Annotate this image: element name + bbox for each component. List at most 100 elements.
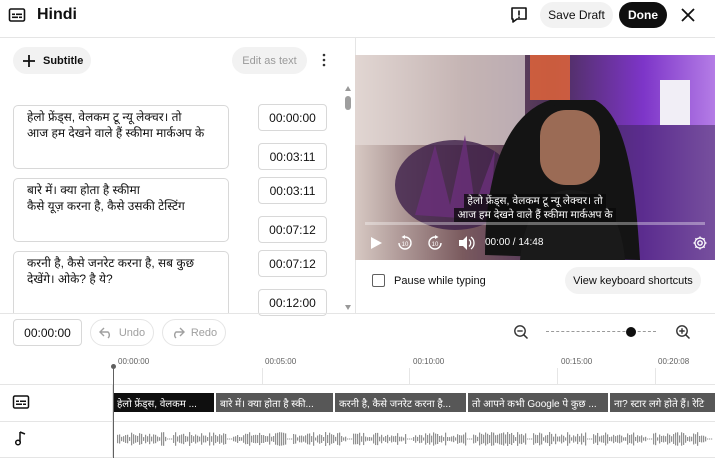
waveform-bar [265, 436, 267, 442]
waveform-bar [643, 437, 645, 441]
playhead[interactable] [113, 366, 114, 458]
waveform-bar [645, 436, 647, 442]
waveform-bar [413, 437, 415, 441]
timeline-segment[interactable]: तो आपने कभी Google पे कुछ ... [468, 393, 608, 412]
waveform-bar [483, 434, 485, 444]
track-divider [0, 384, 715, 385]
waveform-bar [211, 436, 213, 442]
video-player[interactable]: हेलो फ्रेंड्स, वेलकम टू न्यू लेक्चर। तो … [355, 55, 715, 260]
waveform-bar [627, 433, 629, 445]
volume-icon[interactable] [458, 235, 476, 251]
keyboard-shortcuts-button[interactable]: View keyboard shortcuts [565, 267, 701, 294]
waveform-bar [305, 435, 307, 443]
waveform-bar [309, 433, 311, 445]
ruler-label: 00:10:00 [413, 357, 445, 366]
zoom-in-icon[interactable] [675, 324, 691, 340]
cue-end-time[interactable]: 00:03:11 [258, 143, 327, 170]
waveform-bar [641, 435, 643, 443]
subtitle-cue-text[interactable]: हेलो फ्रेंड्स, वेलकम टू न्यू लेक्चर। तो … [13, 105, 229, 169]
waveform-bar [259, 432, 261, 446]
playhead-handle[interactable] [111, 364, 116, 369]
timeline-segment[interactable]: बारे में। क्या होता है स्की... [216, 393, 333, 412]
add-subtitle-button[interactable]: Subtitle [13, 47, 91, 74]
current-time-field[interactable]: 00:00:00 [13, 319, 82, 346]
waveform-bar [573, 435, 575, 443]
waveform-bar [365, 436, 367, 442]
cue-end-time[interactable]: 00:07:12 [258, 216, 327, 243]
waveform-bar [451, 436, 453, 442]
scrollbar-thumb[interactable] [345, 96, 351, 110]
cue-start-time[interactable]: 00:07:12 [258, 250, 327, 277]
waveform-bar [515, 437, 517, 441]
play-icon[interactable] [369, 236, 383, 250]
progress-track[interactable] [365, 222, 705, 225]
feedback-icon[interactable] [509, 5, 529, 25]
subtitles-icon [8, 6, 26, 24]
more-options-icon[interactable] [319, 52, 329, 68]
waveform-bar [281, 432, 283, 446]
waveform-bar [149, 433, 151, 445]
subtitle-cue-text[interactable]: बारे में। क्या होता है स्कीमा कैसे यूज़ … [13, 178, 229, 242]
waveform-bar [373, 434, 375, 444]
waveform-bar [455, 437, 457, 441]
waveform-bar [301, 435, 303, 443]
waveform-bar [575, 436, 577, 442]
waveform-bar [347, 438, 349, 440]
waveform-bar [303, 436, 305, 442]
waveform-bar [587, 438, 589, 440]
waveform-bar [577, 433, 579, 445]
waveform-bar [647, 438, 649, 440]
waveform-bar [351, 438, 353, 440]
rewind-10-icon[interactable]: 10 [397, 235, 413, 251]
waveform-bar [387, 434, 389, 444]
redo-button[interactable]: Redo [162, 319, 226, 346]
waveform-bar [205, 435, 207, 443]
undo-button[interactable]: Undo [90, 319, 154, 346]
waveform-bar [203, 435, 205, 443]
waveform-bar [197, 435, 199, 443]
edit-as-text-button[interactable]: Edit as text [232, 47, 307, 74]
done-button[interactable]: Done [619, 2, 667, 28]
waveform-bar [495, 435, 497, 443]
scrollbar[interactable] [342, 86, 354, 313]
cue-start-time[interactable]: 00:03:11 [258, 177, 327, 204]
waveform-bar [229, 438, 231, 440]
close-icon[interactable] [680, 7, 696, 23]
waveform-bar [657, 437, 659, 441]
waveform-bar [465, 432, 467, 446]
scroll-up-icon[interactable] [345, 86, 351, 91]
waveform-bar [245, 433, 247, 445]
waveform-bar [173, 435, 175, 443]
waveform-bar [183, 433, 185, 445]
undo-label: Undo [118, 326, 146, 339]
save-draft-button[interactable]: Save Draft [540, 2, 613, 28]
waveform-bar [653, 433, 655, 445]
zoom-out-icon[interactable] [513, 324, 529, 340]
timeline-segment[interactable]: हेलो फ्रेंड्स, वेलकम ... [113, 393, 214, 412]
cue-start-time[interactable]: 00:00:00 [258, 104, 327, 131]
scroll-down-icon[interactable] [345, 305, 351, 310]
zoom-slider-knob[interactable] [625, 327, 636, 337]
pause-while-typing-checkbox[interactable] [372, 274, 385, 287]
undo-icon [98, 327, 113, 339]
waveform-bar [137, 435, 139, 443]
waveform-bar [285, 433, 287, 445]
waveform-bar [295, 434, 297, 444]
forward-10-icon[interactable]: 10 [427, 235, 443, 251]
waveform-bar [559, 436, 561, 442]
waveform-bar [479, 432, 481, 446]
waveform-bar [125, 435, 127, 443]
subtitle-cue-text[interactable]: करनी है, कैसे जनरेट करना है, सब कुछ देखे… [13, 251, 229, 313]
waveform-bar [553, 436, 555, 442]
waveform-bar [467, 438, 469, 440]
waveform-bar [407, 438, 409, 440]
waveform-bar [345, 436, 347, 442]
settings-gear-icon[interactable] [692, 235, 708, 251]
timeline-segment[interactable]: करनी है, कैसे जनरेट करना है... [335, 393, 466, 412]
timeline-segment[interactable]: ना? स्टार लगे होते हैं। रेटि [610, 393, 715, 412]
cue-end-time[interactable]: 00:12:00 [258, 289, 327, 316]
zoom-slider[interactable] [546, 327, 656, 337]
waveform-bar [521, 433, 523, 445]
waveform-bar [271, 436, 273, 442]
waveform-bar [693, 433, 695, 445]
